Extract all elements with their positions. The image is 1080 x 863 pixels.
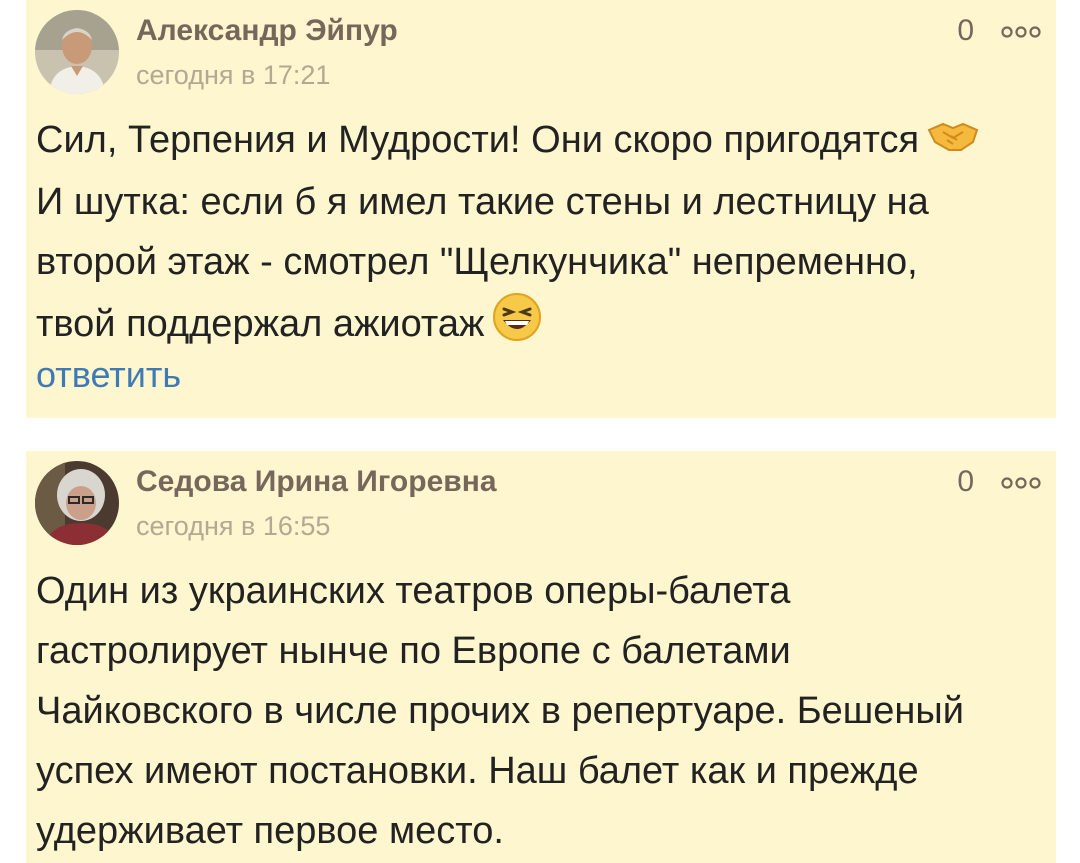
comment-timestamp: сегодня в 16:55 — [136, 511, 331, 541]
laughing-emoji — [492, 292, 542, 360]
comment-line: Чайковского в числе прочих в репертуаре.… — [36, 690, 964, 732]
reply-link[interactable]: ответить — [36, 354, 181, 396]
comment-line: удерживает первое место. — [36, 810, 504, 852]
more-dots-icon[interactable] — [1000, 22, 1042, 42]
comment-line: И шутка: если б я имел такие стены и лес… — [36, 180, 929, 223]
author-avatar[interactable] — [35, 10, 119, 94]
author-name[interactable]: Седова Ирина Игоревна — [136, 465, 497, 499]
like-count: 0 — [957, 14, 974, 47]
comment-body: Один из украинских театров оперы-балета … — [36, 561, 1048, 861]
comment-line: гастролирует нынче по Европе с балетами — [36, 630, 791, 672]
more-dots-icon[interactable] — [1000, 473, 1042, 493]
author-name[interactable]: Александр Эйпур — [136, 14, 398, 48]
comment-body: Сил, Терпения и Мудрости! Они скоро приг… — [36, 110, 1048, 360]
comment-card: Александр Эйпур сегодня в 17:21 0 Сил, Т… — [26, 0, 1056, 418]
author-avatar[interactable] — [35, 461, 119, 545]
comment-card: Седова Ирина Игоревна сегодня в 16:55 0 … — [26, 451, 1056, 863]
comment-line: успех имеют постановки. Наш балет как и … — [36, 750, 919, 792]
comment-timestamp: сегодня в 17:21 — [136, 60, 331, 90]
comment-line: Один из украинских театров оперы-балета — [36, 570, 791, 612]
like-count: 0 — [957, 465, 974, 498]
comment-line: второй этаж - смотрел "Щелкунчика" непре… — [36, 240, 918, 283]
comment-line: твой поддержал ажиотаж — [36, 292, 1048, 360]
comment-line: Сил, Терпения и Мудрости! Они скоро приг… — [36, 110, 1048, 172]
handshake-emoji — [927, 112, 979, 172]
